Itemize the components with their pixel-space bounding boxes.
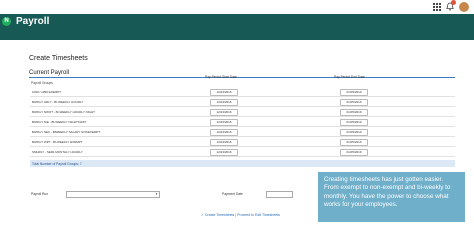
total-groups-bar: Total Number of Payroll Groups: 7 [30,160,455,167]
start-date-input[interactable]: 12/23/2016 [210,89,238,96]
start-date-input[interactable]: 12/23/2016 [210,139,238,146]
end-date-input[interactable]: 01/05/2019 [340,139,368,146]
app-title: Payroll [16,16,50,27]
end-date-input[interactable]: 01/05/2019 [340,119,368,126]
page-title: Create Timesheets [29,55,88,62]
end-date-input[interactable]: 01/05/2019 [340,149,368,156]
end-date-input[interactable]: 01/05/2019 [340,89,368,96]
start-date-header: Pay Period Start Date [205,75,237,79]
section-divider [29,77,455,78]
end-date-header: Pay Period End Date [334,75,365,79]
payroll-groups-header: Payroll Groups [31,81,53,85]
start-date-input[interactable]: 12/23/2016 [210,99,238,106]
payroll-group-name: BIWKLY NEX - BIWEEKLY SALARY NONEXEMPT [32,130,101,134]
start-date-input[interactable]: 12/23/2016 [210,109,238,116]
table-row: BIWKLY NWOT - BI-WEEKLY HOURLY NIGHT 12/… [30,108,455,117]
app-logo[interactable]: N [2,17,11,26]
end-date-input[interactable]: 01/05/2019 [340,109,368,116]
payroll-run-select[interactable]: ▼ [66,191,160,198]
promo-callout: Creating timesheets has just gotten easi… [318,172,465,222]
table-row: BIWKLY NEX - BIWEEKLY SALARY NONEXEMPT 1… [30,128,455,137]
payroll-group-name: BIWKLY NWOT - BI-WEEKLY HOURLY NIGHT [32,110,95,114]
payment-date-label: Payment Date [222,192,243,196]
chevron-down-icon: ▼ [155,192,158,196]
apps-grid-icon[interactable] [433,3,441,11]
payment-date-input[interactable] [266,191,293,198]
start-date-input[interactable]: 12/23/2016 [210,149,238,156]
table-row: BIWKLY N/E - BI-WEEKLY NIGHTSHIFT 12/23/… [30,118,455,127]
start-date-input[interactable]: 12/23/2016 [210,129,238,136]
payroll-group-name: BIWKLY HRLY - BI-WEEKLY HOURLY [32,100,84,104]
payroll-group-name: BIWKLY WPT - BI-WEEKLY EXEMPT [32,140,83,144]
payroll-group-name: BIWKLY N/E - BI-WEEKLY NIGHTSHIFT [32,120,87,124]
payroll-run-label: Payroll Run [31,192,49,196]
notification-badge [451,0,456,5]
table-row: SMHRLY - SEMI-MONTHLY HOURLY 12/23/2016 … [30,148,455,157]
payroll-group-name: SMHRLY - SEMI-MONTHLY HOURLY [32,150,83,154]
table-row: BIWKLY WPT - BI-WEEKLY EXEMPT 12/23/2016… [30,138,455,147]
table-row: 1099 / 1099 EXEMPT 12/23/2016 01/05/2019 [30,88,455,97]
top-bar [0,0,474,14]
end-date-input[interactable]: 01/05/2019 [340,129,368,136]
table-row: BIWKLY HRLY - BI-WEEKLY HOURLY 12/23/201… [30,98,455,107]
start-date-input[interactable]: 12/23/2016 [210,119,238,126]
end-date-input[interactable]: 01/05/2019 [340,99,368,106]
app-header [0,14,474,40]
user-avatar[interactable] [459,2,469,12]
section-title: Current Payroll [29,70,70,76]
create-timesheets-button[interactable]: ✓ Create Timesheets | Proceed to Edit Ti… [201,213,280,217]
payroll-group-name: 1099 / 1099 EXEMPT [32,90,62,94]
total-groups-text: Total Number of Payroll Groups: 7 [32,162,82,166]
